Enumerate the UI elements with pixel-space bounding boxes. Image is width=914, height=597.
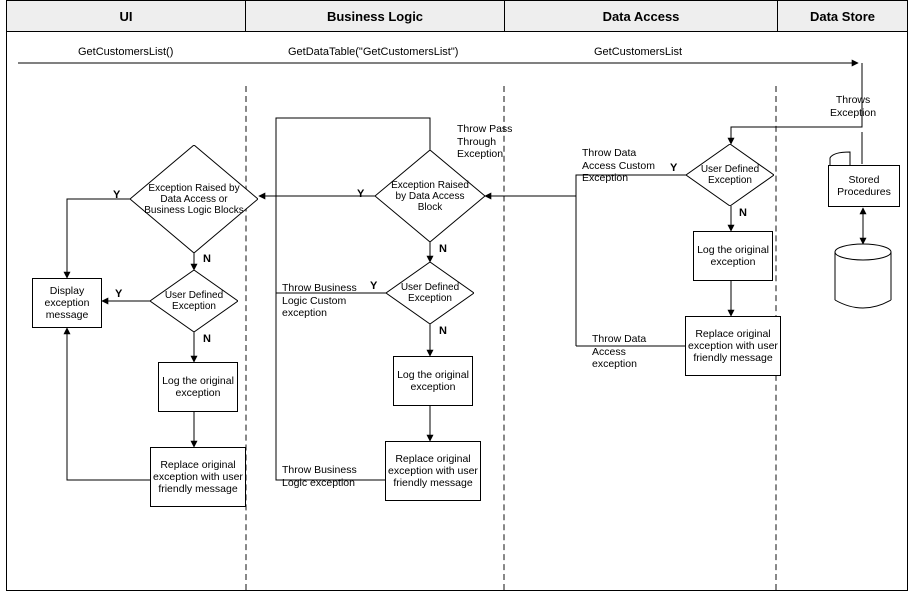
label-n: N (439, 243, 447, 255)
lane-divider-2 (503, 86, 505, 590)
header-ui: UI (7, 1, 246, 31)
swimlane-header-row: UI Business Logic Data Access Data Store (6, 0, 908, 32)
box-bl-log: Log the original exception (393, 356, 473, 406)
header-data-store: Data Store (778, 1, 907, 31)
decision-da-user-defined: User Defined Exception (686, 144, 774, 206)
label-y: Y (115, 288, 122, 300)
box-da-log: Log the original exception (693, 231, 773, 281)
label-y: Y (113, 189, 120, 201)
label-n: N (203, 253, 211, 265)
header-business-logic: Business Logic (246, 1, 505, 31)
call-get-customers-list: GetCustomersList() (78, 46, 173, 58)
box-ui-replace: Replace original exception with user fri… (150, 447, 246, 507)
label-y: Y (370, 280, 377, 292)
label-throw-bl-exception: Throw Business Logic exception (282, 464, 362, 489)
label-n: N (203, 333, 211, 345)
label-n: N (739, 207, 747, 219)
header-data-access: Data Access (505, 1, 778, 31)
label-throw-da-exception: Throw Data Access exception (592, 333, 662, 371)
label-throw-da-custom: Throw Data Access Custom Exception (582, 147, 662, 185)
decision-ui-exception-raised: Exception Raised by Data Access or Busin… (130, 145, 258, 253)
box-da-replace: Replace original exception with user fri… (685, 316, 781, 376)
label-y: Y (670, 162, 677, 174)
decision-bl-exception-raised: Exception Raised by Data Access Block (375, 150, 485, 242)
label-n: N (439, 325, 447, 337)
box-stored-procedures: Stored Procedures (828, 165, 900, 207)
label-throw-bl-custom: Throw Business Logic Custom exception (282, 282, 362, 320)
box-ui-log: Log the original exception (158, 362, 238, 412)
call-get-customers-list-da: GetCustomersList (594, 46, 682, 58)
box-bl-replace: Replace original exception with user fri… (385, 441, 481, 501)
box-display-exception: Display exception message (32, 278, 102, 328)
call-get-data-table: GetDataTable("GetCustomersList") (288, 46, 458, 58)
label-y: Y (357, 188, 364, 200)
label-throws-exception: Throws Exception (830, 94, 876, 119)
decision-bl-user-defined: User Defined Exception (386, 262, 474, 324)
decision-ui-user-defined: User Defined Exception (150, 270, 238, 332)
